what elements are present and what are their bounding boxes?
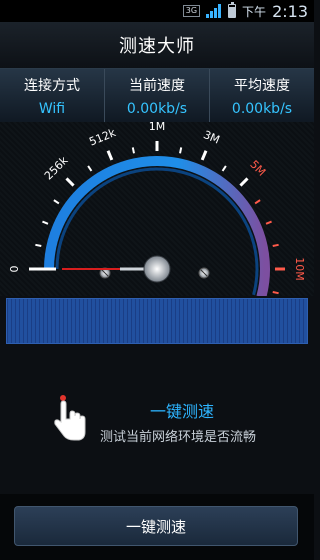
gauge-tick-label: 0 xyxy=(8,266,21,273)
page-title: 测速大师 xyxy=(119,36,195,57)
start-speed-test-button[interactable]: 一键测速 xyxy=(14,506,298,546)
gauge-tick-label: 512k xyxy=(87,126,118,149)
status-bar: 3G 下午 2:13 xyxy=(0,0,314,22)
hint-title: 一键测速 xyxy=(150,402,215,421)
gauge-dial: 0 256k 512k 1M 3M 5M 10M xyxy=(8,122,306,296)
hint-subtitle: 测试当前网络环境是否流畅 xyxy=(100,430,257,445)
gauge-major-tick xyxy=(106,150,114,161)
gauge-major-tick xyxy=(65,177,75,187)
signal-icon xyxy=(206,4,222,18)
stat-connection-label: 连接方式 xyxy=(24,78,80,94)
gauge-minor-tick xyxy=(272,243,279,247)
speed-graph-bar xyxy=(6,298,308,344)
gauge-minor-tick xyxy=(179,147,183,154)
battery-icon xyxy=(228,2,237,18)
network-type-badge: 3G xyxy=(182,5,201,17)
tap-hand-icon xyxy=(54,395,86,441)
gauge-tick-label: 3M xyxy=(201,128,221,146)
stat-current-speed: 当前速度 0.00kb/s xyxy=(104,69,209,123)
gauge-minor-tick xyxy=(53,199,60,205)
bottom-bar: 一键测速 xyxy=(0,494,314,560)
gauge-minor-tick xyxy=(35,243,42,247)
gauge-minor-tick xyxy=(87,165,93,172)
stat-average-speed: 平均速度 0.00kb/s xyxy=(209,69,314,123)
speed-gauge: 0 256k 512k 1M 3M 5M 10M xyxy=(0,122,314,296)
gauge-minor-tick xyxy=(254,199,261,205)
stat-connection-value: Wifi xyxy=(38,101,66,117)
stat-connection: 连接方式 Wifi xyxy=(0,69,104,123)
gauge-minor-tick xyxy=(131,147,135,154)
gauge-tick-label: 256k xyxy=(42,154,71,183)
clock-time: 2:13 xyxy=(272,1,308,21)
gauge-minor-tick xyxy=(272,291,279,295)
stat-current-speed-label: 当前速度 xyxy=(129,78,185,94)
gauge-minor-tick xyxy=(221,165,227,172)
gauge-tick-label: 5M xyxy=(247,158,268,179)
speed-test-hint: 一键测速 测试当前网络环境是否流畅 xyxy=(0,388,314,448)
stat-current-speed-value: 0.00kb/s xyxy=(126,101,188,117)
gauge-major-tick xyxy=(239,177,249,187)
stat-average-speed-value: 0.00kb/s xyxy=(231,101,293,117)
gauge-tick-label: 1M xyxy=(149,122,166,133)
stats-panel: 连接方式 Wifi 当前速度 0.00kb/s 平均速度 0.00kb/s xyxy=(0,68,314,124)
gauge-major-tick xyxy=(200,150,208,161)
gauge-minor-tick xyxy=(42,220,49,225)
gauge-minor-tick xyxy=(265,220,272,225)
title-bar: 测速大师 xyxy=(0,22,314,68)
gauge-hub xyxy=(143,255,171,283)
stat-average-speed-label: 平均速度 xyxy=(234,78,290,94)
clock-ampm: 下午 xyxy=(242,4,267,19)
gauge-tick-label: 10M xyxy=(293,257,306,281)
